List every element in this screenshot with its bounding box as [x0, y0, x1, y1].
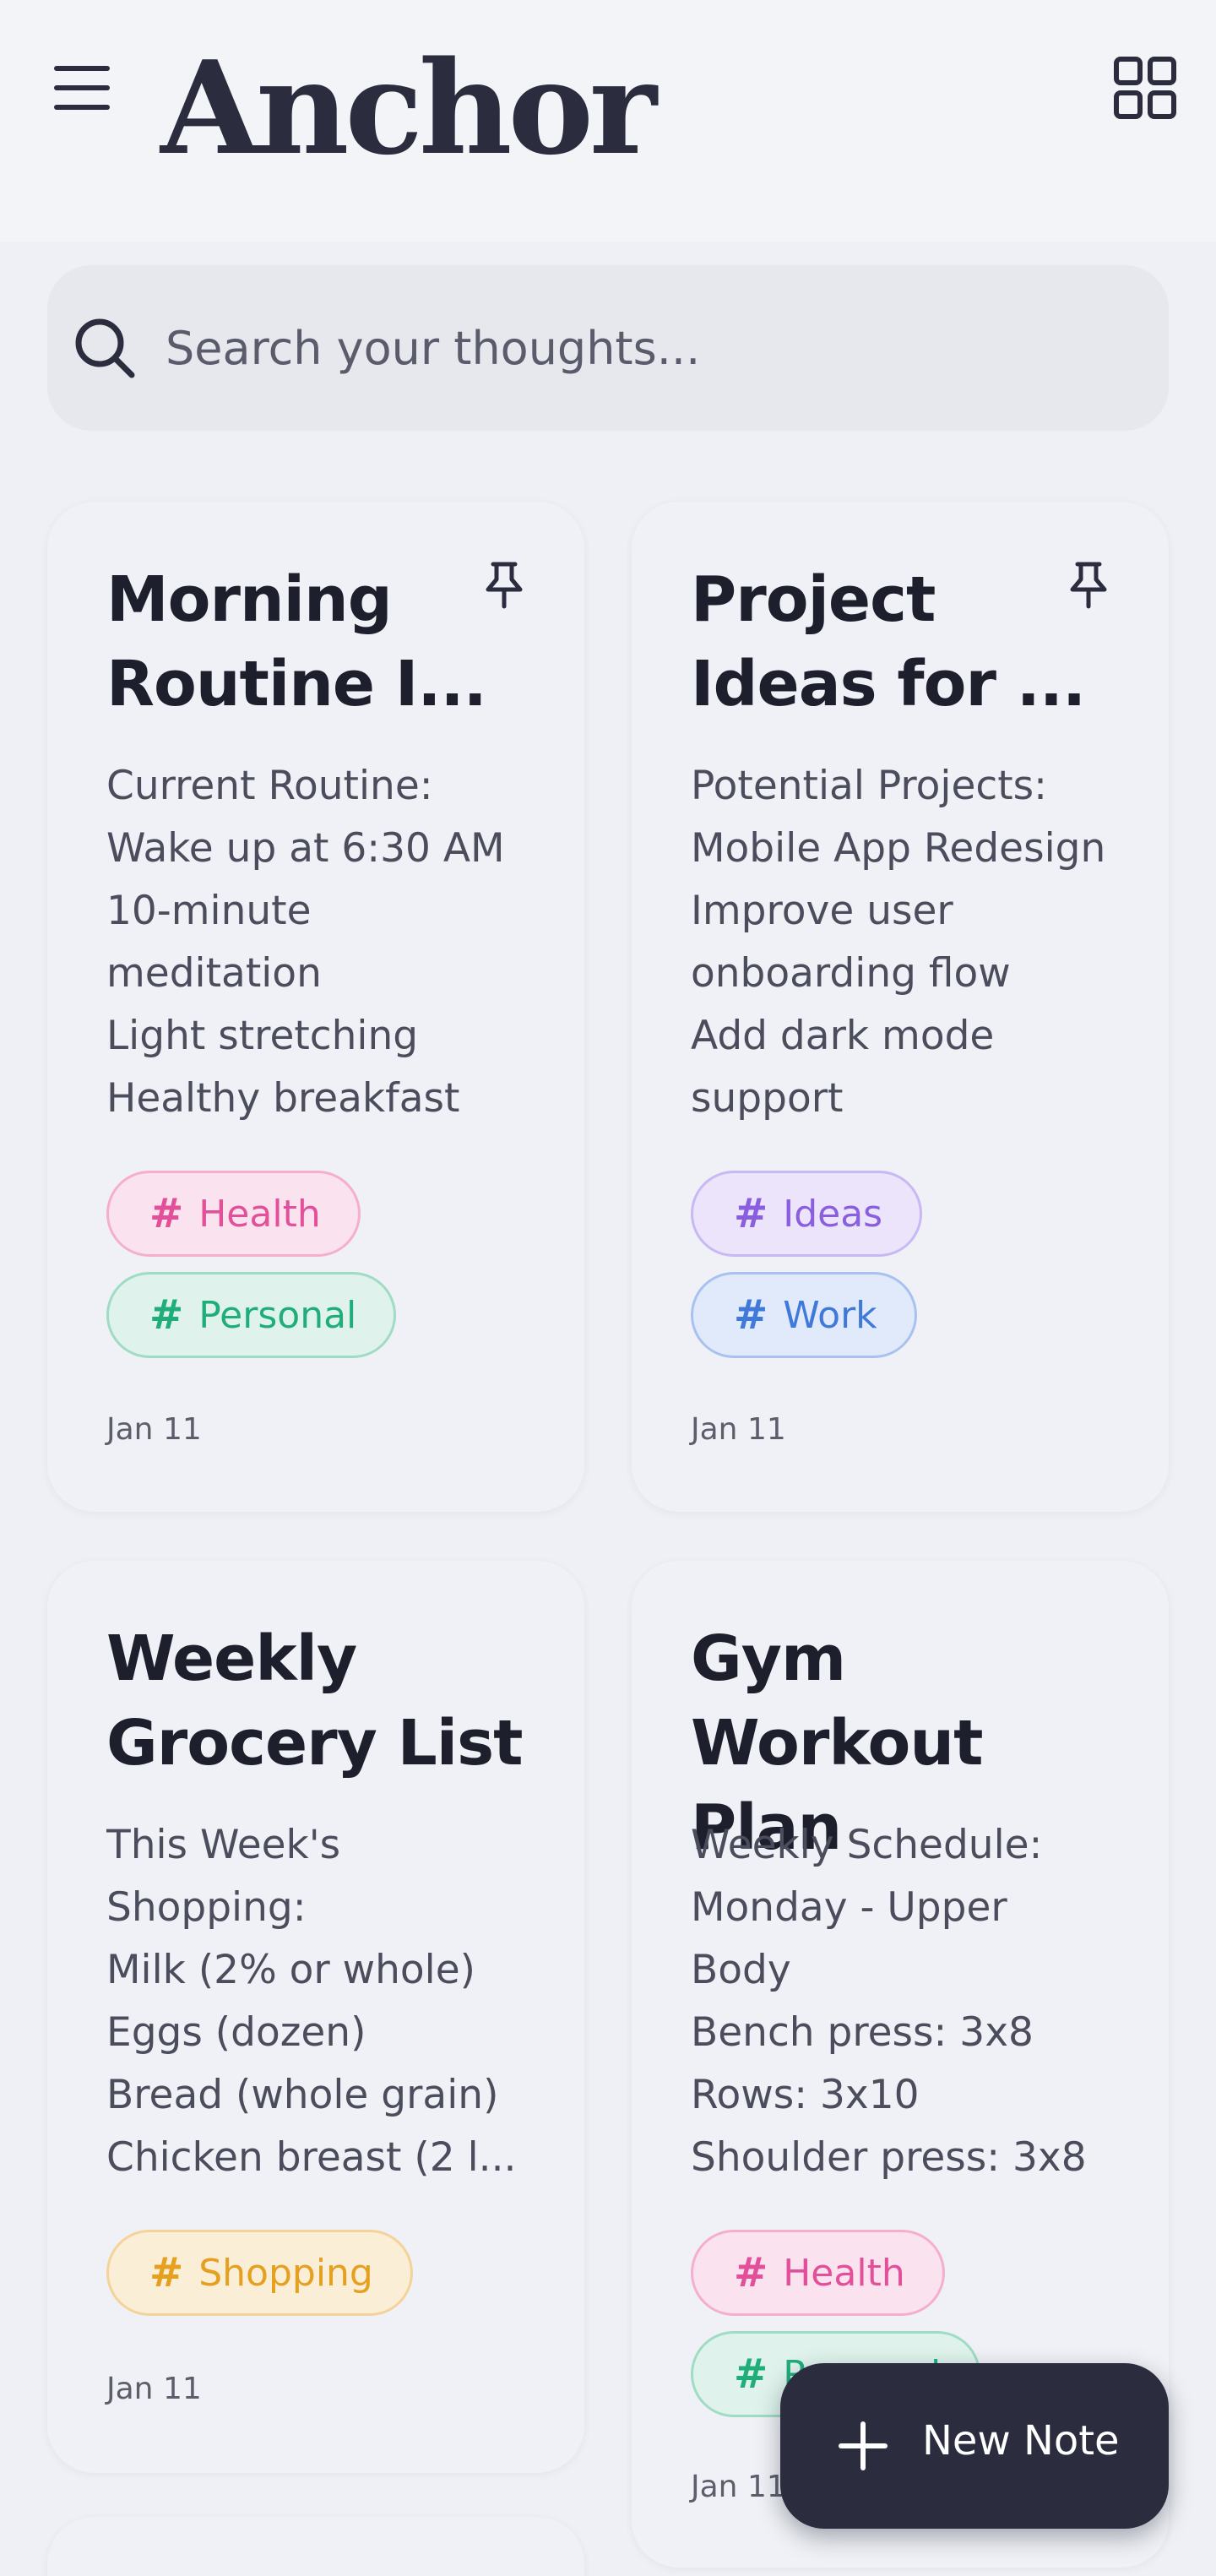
- note-card[interactable]: [47, 2517, 584, 2576]
- hashtag-icon: #: [149, 2249, 184, 2296]
- tag-list: # Health # Personal: [106, 1171, 546, 1373]
- pin-icon[interactable]: [1067, 561, 1110, 610]
- note-preview: Weekly Schedule: Monday - Upper Body Ben…: [691, 1822, 1087, 2181]
- tag-chip-health[interactable]: # Health: [106, 1171, 361, 1257]
- tag-label: Shopping: [198, 2251, 373, 2295]
- tag-label: Personal: [198, 1293, 357, 1337]
- note-date: Jan 11: [691, 1412, 786, 1447]
- note-date: Jan 11: [106, 1412, 202, 1447]
- note-title: Weekly Grocery List: [106, 1622, 524, 1780]
- tag-list: # Shopping: [106, 2230, 546, 2331]
- note-preview: This Week's Shopping: Milk (2% or whole)…: [106, 1822, 517, 2181]
- hashtag-icon: #: [734, 2350, 768, 2398]
- tag-chip-shopping[interactable]: # Shopping: [106, 2230, 413, 2316]
- app-title: Anchor: [160, 32, 657, 183]
- tag-chip-personal[interactable]: # Personal: [106, 1272, 397, 1358]
- note-title: Project Ideas for ...: [691, 563, 1086, 720]
- note-card[interactable]: Project Ideas for ... Potential Projects…: [632, 502, 1169, 1512]
- tag-label: Ideas: [783, 1192, 883, 1236]
- grid-view-icon[interactable]: [1113, 56, 1177, 120]
- tag-label: Work: [783, 1293, 877, 1337]
- note-date: Jan 11: [106, 2372, 202, 2406]
- hashtag-icon: #: [149, 1291, 184, 1339]
- note-preview: Potential Projects: Mobile App Redesign …: [691, 763, 1106, 1122]
- new-note-button[interactable]: New Note: [780, 2363, 1169, 2529]
- note-date: Jan 11: [691, 2470, 786, 2504]
- hashtag-icon: #: [734, 1291, 768, 1339]
- pin-icon[interactable]: [483, 561, 525, 610]
- tag-chip-health[interactable]: # Health: [691, 2230, 945, 2316]
- tag-chip-ideas[interactable]: # Ideas: [691, 1171, 923, 1257]
- note-card[interactable]: Weekly Grocery List This Week's Shopping…: [47, 1561, 584, 2473]
- search-input[interactable]: [166, 312, 1094, 383]
- app-header: Anchor: [0, 0, 1216, 242]
- new-note-label: New Note: [922, 2417, 1120, 2465]
- plus-icon: [839, 2421, 888, 2470]
- hamburger-menu-icon[interactable]: [54, 66, 110, 110]
- tag-list: # Ideas # Work: [691, 1171, 1130, 1373]
- hashtag-icon: #: [734, 1190, 768, 1237]
- tag-label: Health: [198, 1192, 321, 1236]
- tag-label: Health: [783, 2251, 905, 2295]
- hashtag-icon: #: [149, 1190, 184, 1237]
- note-title: Morning Routine I...: [106, 563, 487, 720]
- tag-chip-work[interactable]: # Work: [691, 1272, 917, 1358]
- note-preview: Current Routine: Wake up at 6:30 AM 10-m…: [106, 763, 505, 1122]
- note-card[interactable]: Morning Routine I... Current Routine: Wa…: [47, 502, 584, 1512]
- hashtag-icon: #: [734, 2249, 768, 2296]
- search-icon: [75, 318, 135, 378]
